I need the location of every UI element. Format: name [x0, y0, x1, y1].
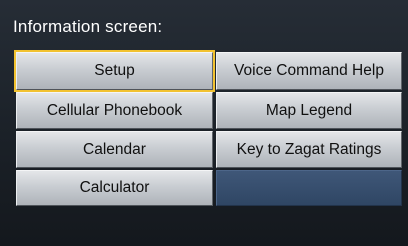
cellular-phonebook-button[interactable]: Cellular Phonebook: [16, 92, 213, 129]
setup-button[interactable]: Setup: [14, 50, 215, 92]
calculator-button[interactable]: Calculator: [16, 170, 213, 206]
voice-command-help-button[interactable]: Voice Command Help: [216, 52, 402, 90]
screen-title: Information screen:: [13, 17, 163, 36]
key-to-zagat-ratings-button[interactable]: Key to Zagat Ratings: [216, 131, 402, 168]
information-screen: Information screen: Setup Voice Command …: [0, 0, 408, 246]
map-legend-button[interactable]: Map Legend: [216, 92, 402, 129]
empty-menu-slot: [216, 170, 402, 206]
calendar-button[interactable]: Calendar: [16, 131, 213, 168]
